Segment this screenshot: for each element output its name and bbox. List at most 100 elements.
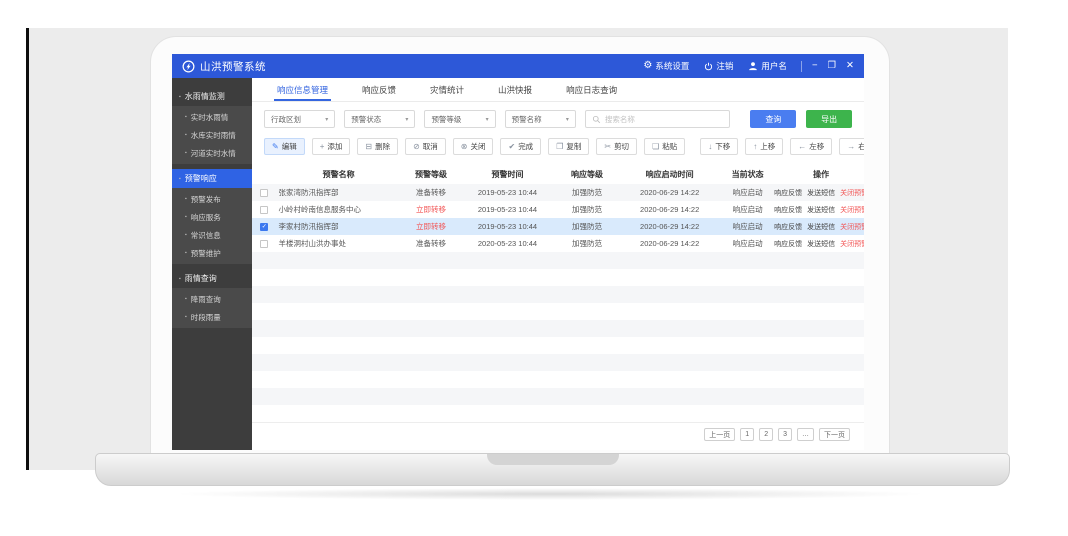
bullet-icon: ▪ xyxy=(185,232,187,238)
response-feedback-link[interactable]: 响应反馈 xyxy=(774,188,802,198)
table-row[interactable]: 羊楼洞村山洪办事处 准备转移 2020-05-23 10:44 加强防范 202… xyxy=(252,235,864,252)
add-button[interactable]: +添加 xyxy=(312,138,351,155)
bullet-icon: ▪ xyxy=(185,314,187,320)
gear-icon: ⚙ xyxy=(643,61,652,71)
sidebar-item-period-rainfall[interactable]: ▪时段雨量 xyxy=(172,308,252,326)
sidebar-item-river-realtime[interactable]: ▪河道实时水情 xyxy=(172,144,252,162)
filter-warning-status-select[interactable]: 预警状态▾ xyxy=(344,110,415,128)
cut-icon: ✂ xyxy=(604,143,611,151)
col-operations: 操作 xyxy=(778,169,864,180)
edit-icon: ✎ xyxy=(272,143,279,151)
laptop-notch xyxy=(487,454,619,465)
sidebar-item-warning-maintain[interactable]: ▪预警维护 xyxy=(172,244,252,262)
table-row[interactable]: 小岭村岭南信息服务中心 立即转移 2019-05-23 10:44 加强防范 2… xyxy=(252,201,864,218)
filter-warning-level-select[interactable]: 预警等级▾ xyxy=(424,110,495,128)
search-input[interactable]: 搜索名称 xyxy=(585,110,731,128)
prev-page-button[interactable]: 上一页 xyxy=(704,428,735,441)
user-icon xyxy=(748,61,758,71)
tab-response-feedback[interactable]: 响应反馈 xyxy=(345,78,413,101)
cancel-button[interactable]: ⊘取消 xyxy=(405,138,446,155)
empty-row xyxy=(252,354,864,371)
tab-response-log-query[interactable]: 响应日志查询 xyxy=(549,78,634,101)
system-settings-button[interactable]: ⚙ 系统设置 xyxy=(643,60,689,72)
move-up-button[interactable]: ↑上移 xyxy=(745,138,783,155)
empty-row xyxy=(252,286,864,303)
response-feedback-link[interactable]: 响应反馈 xyxy=(774,205,802,215)
sidebar-item-warning-publish[interactable]: ▪预警发布 xyxy=(172,190,252,208)
close-warning-link[interactable]: 关闭预警 xyxy=(840,205,864,215)
table-row[interactable]: 张家湾防汛指挥部 准备转移 2019-05-23 10:44 加强防范 2020… xyxy=(252,184,864,201)
copy-button[interactable]: ❐复制 xyxy=(548,138,589,155)
table-body: 张家湾防汛指挥部 准备转移 2019-05-23 10:44 加强防范 2020… xyxy=(252,184,864,422)
filter-district-select[interactable]: 行政区划▾ xyxy=(264,110,335,128)
next-page-button[interactable]: 下一页 xyxy=(819,428,850,441)
sidebar-item-knowledge-info[interactable]: ▪常识信息 xyxy=(172,226,252,244)
move-down-button[interactable]: ↓下移 xyxy=(700,138,738,155)
logout-button[interactable]: 注销 xyxy=(704,60,733,72)
sidebar-item-realtime-water-rain[interactable]: ▪实时水雨情 xyxy=(172,108,252,126)
page-ellipsis[interactable]: … xyxy=(797,428,814,441)
send-sms-link[interactable]: 发送短信 xyxy=(807,222,835,232)
col-warning-time: 预警时间 xyxy=(463,169,552,180)
paste-button[interactable]: ❏粘贴 xyxy=(644,138,685,155)
titlebar: 山洪预警系统 ⚙ 系统设置 注销 用户名 − ❐ ✕ xyxy=(172,54,864,78)
tab-response-info-manage[interactable]: 响应信息管理 xyxy=(260,78,345,101)
close-icon: ⊗ xyxy=(461,143,468,151)
tab-flood-bulletin[interactable]: 山洪快报 xyxy=(481,78,549,101)
table-row[interactable]: ✓ 李家村防汛指挥部 立即转移 2019-05-23 10:44 加强防范 20… xyxy=(252,218,864,235)
chevron-down-icon: ▾ xyxy=(486,116,489,123)
send-sms-link[interactable]: 发送短信 xyxy=(807,188,835,198)
sidebar-group-warning-response[interactable]: ▪ 预警响应 xyxy=(172,169,252,188)
power-icon xyxy=(704,62,713,71)
export-button[interactable]: 导出 xyxy=(806,110,852,128)
delete-button[interactable]: ⊟删除 xyxy=(357,138,398,155)
bullet-icon: ▪ xyxy=(185,114,187,120)
sidebar-item-reservoir-realtime[interactable]: ▪水库实时雨情 xyxy=(172,126,252,144)
cut-button[interactable]: ✂剪切 xyxy=(596,138,637,155)
laptop-base xyxy=(95,453,1010,486)
response-feedback-link[interactable]: 响应反馈 xyxy=(774,239,802,249)
col-warning-level: 预警等级 xyxy=(399,169,463,180)
pagination: 上一页 1 2 3 … 下一页 xyxy=(252,422,864,446)
close-warning-link[interactable]: 关闭预警 xyxy=(840,239,864,249)
chevron-down-icon: ▾ xyxy=(325,116,328,123)
minimize-button[interactable]: − xyxy=(812,61,818,71)
move-right-button[interactable]: →右移 xyxy=(839,138,864,155)
move-down-icon: ↓ xyxy=(708,143,712,151)
query-button[interactable]: 查询 xyxy=(750,110,796,128)
row-checkbox[interactable] xyxy=(260,206,268,214)
done-button[interactable]: ✔完成 xyxy=(500,138,541,155)
move-right-icon: → xyxy=(847,143,855,151)
filter-bar: 行政区划▾ 预警状态▾ 预警等级▾ 预警名称▾ 搜索名称 查询 导出 xyxy=(252,102,864,132)
maximize-button[interactable]: ❐ xyxy=(828,61,837,71)
chevron-down-icon: ▾ xyxy=(566,116,569,123)
edit-button[interactable]: ✎编辑 xyxy=(264,138,305,155)
toolbar: ✎编辑 +添加 ⊟删除 ⊘取消 ⊗关闭 ✔完成 ❐复制 ✂剪切 ❏粘贴 ↓下移 … xyxy=(252,132,864,159)
empty-row xyxy=(252,371,864,388)
close-button[interactable]: ✕ xyxy=(846,61,854,71)
col-current-status: 当前状态 xyxy=(717,169,778,180)
row-checkbox[interactable] xyxy=(260,240,268,248)
page-button-2[interactable]: 2 xyxy=(759,428,773,441)
tab-disaster-stats[interactable]: 灾情统计 xyxy=(413,78,481,101)
col-response-level: 响应等级 xyxy=(552,169,622,180)
user-menu[interactable]: 用户名 xyxy=(748,60,787,72)
empty-row xyxy=(252,388,864,405)
send-sms-link[interactable]: 发送短信 xyxy=(807,239,835,249)
page-button-3[interactable]: 3 xyxy=(778,428,792,441)
row-checkbox[interactable]: ✓ xyxy=(260,223,268,231)
move-left-button[interactable]: ←左移 xyxy=(790,138,832,155)
filter-warning-name-select[interactable]: 预警名称▾ xyxy=(505,110,576,128)
sidebar-group-water-rain-monitor[interactable]: ▪ 水雨情监测 xyxy=(172,87,252,106)
close-warning-link[interactable]: 关闭预警 xyxy=(840,188,864,198)
response-feedback-link[interactable]: 响应反馈 xyxy=(774,222,802,232)
page-button-1[interactable]: 1 xyxy=(740,428,754,441)
send-sms-link[interactable]: 发送短信 xyxy=(807,205,835,215)
row-checkbox[interactable] xyxy=(260,189,268,197)
close-item-button[interactable]: ⊗关闭 xyxy=(453,138,494,155)
close-warning-link[interactable]: 关闭预警 xyxy=(840,222,864,232)
move-left-icon: ← xyxy=(798,143,806,151)
sidebar-item-rainfall-query[interactable]: ▪降雨查询 xyxy=(172,290,252,308)
sidebar-group-rain-query[interactable]: ▪ 雨情查询 xyxy=(172,269,252,288)
sidebar-item-response-service[interactable]: ▪响应服务 xyxy=(172,208,252,226)
